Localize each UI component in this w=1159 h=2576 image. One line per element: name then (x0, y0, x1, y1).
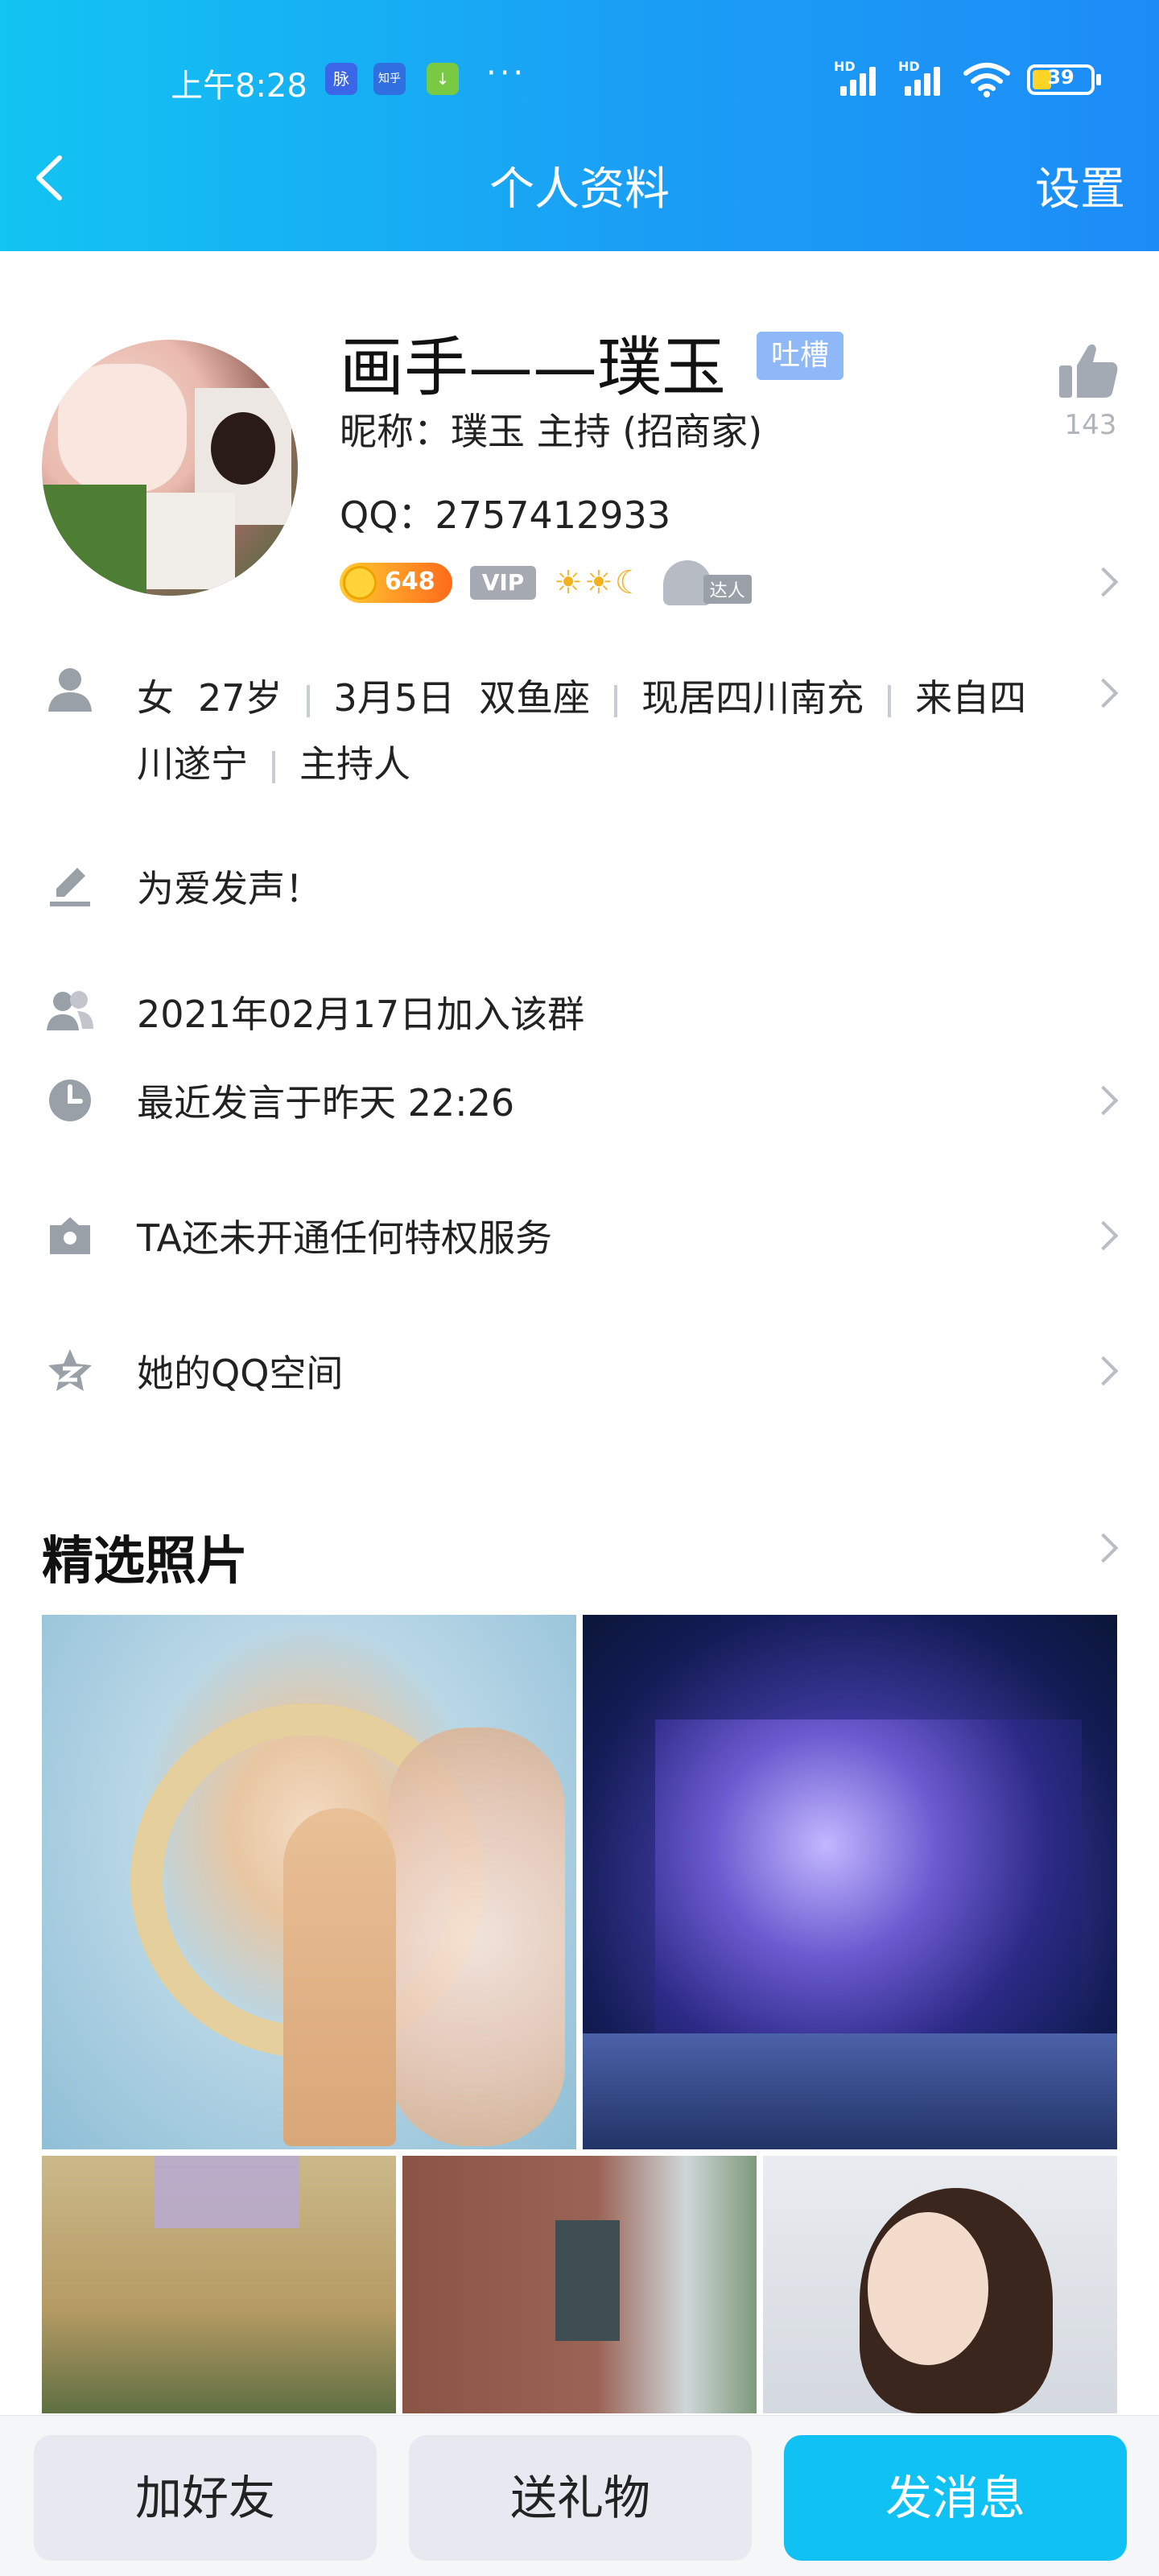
app-header: 上午8:28 脉 知乎 ↓ ··· HD HD 39 个人资料 设置 (0, 0, 1159, 251)
qq-number: QQ：2757412933 (340, 493, 671, 537)
signal-icon: HD (834, 59, 882, 96)
last-spoke-text[interactable]: 最近发言于昨天 22:26 (137, 1074, 514, 1127)
join-date-text: 2021年02月17日加入该群 (137, 993, 585, 1036)
qzone-link[interactable]: 她的QQ空间 (137, 1344, 343, 1397)
pencil-icon (50, 868, 90, 906)
profile-tag-badge[interactable]: 吐槽 (757, 332, 844, 380)
coin-badge[interactable]: 648 (340, 563, 452, 603)
gender: 女 (137, 676, 174, 720)
zhihu-app-icon: 知乎 (373, 63, 406, 95)
photo-5[interactable] (763, 2156, 1117, 2413)
clock-icon (49, 1080, 91, 1121)
like-count: 143 (1064, 409, 1117, 441)
signal-icon-2: HD (898, 59, 947, 96)
star-icon (48, 1349, 92, 1391)
featured-photos-title[interactable]: 精选照片 (42, 1520, 248, 1594)
current-location: 现居四川南充 (641, 676, 864, 720)
crown-icon (50, 1217, 90, 1254)
profession: 主持人 (299, 742, 410, 786)
battery-icon: 39 (1027, 64, 1101, 95)
level-icons[interactable]: ☀☀☾ (554, 564, 645, 601)
photos-chevron-icon[interactable] (1090, 1533, 1119, 1562)
photo-4[interactable] (402, 2156, 757, 2413)
status-bar: 上午8:28 脉 知乎 ↓ ··· HD HD 39 (0, 48, 1159, 113)
add-friend-button[interactable]: 加好友 (34, 2435, 377, 2561)
status-indicators: HD HD 39 (834, 59, 1101, 100)
daren-label: 达人 (703, 575, 752, 604)
avatar[interactable] (42, 340, 298, 596)
send-message-button[interactable]: 发消息 (784, 2435, 1127, 2561)
person-icon (48, 668, 92, 712)
basic-info-chevron-icon[interactable] (1090, 678, 1119, 707)
maimai-app-icon: 脉 (325, 63, 357, 95)
thumbs-up-icon[interactable] (1056, 338, 1120, 402)
zodiac: 双鱼座 (479, 676, 591, 720)
profile-name: 画手——璞玉 (340, 330, 726, 405)
group-icon (47, 991, 93, 1030)
qzone-chevron-icon[interactable] (1090, 1356, 1119, 1385)
badges-row[interactable]: 648 VIP ☀☀☾ 达人 (340, 559, 768, 607)
privilege-chevron-icon[interactable] (1090, 1220, 1119, 1249)
download-icon: ↓ (427, 63, 459, 95)
photo-2[interactable] (583, 1615, 1117, 2149)
coin-icon (343, 566, 377, 600)
status-time: 上午8:28 (171, 68, 307, 105)
bottom-action-bar: 加好友 送礼物 发消息 (0, 2415, 1159, 2576)
nickname: 昵称：璞玉 主持 (招商家) (340, 410, 763, 453)
privilege-text[interactable]: TA还未开通任何特权服务 (137, 1209, 552, 1262)
wifi-icon (963, 63, 1010, 97)
battery-level: 39 (1047, 66, 1074, 89)
badges-chevron-icon[interactable] (1090, 567, 1119, 596)
page-title: 个人资料 (489, 163, 670, 216)
age: 27岁 (198, 676, 283, 720)
photo-3[interactable] (42, 2156, 396, 2413)
coin-value: 648 (385, 568, 435, 596)
signal-hd-label: HD (834, 59, 856, 74)
signal-hd-label-2: HD (898, 59, 920, 74)
last-spoke-chevron-icon[interactable] (1090, 1085, 1119, 1114)
settings-button[interactable]: 设置 (1035, 153, 1125, 218)
photo-1[interactable] (42, 1615, 576, 2149)
birthday: 3月5日 (333, 676, 456, 720)
send-gift-button[interactable]: 送礼物 (409, 2435, 752, 2561)
daren-badge[interactable]: 达人 (662, 560, 768, 605)
vip-badge[interactable]: VIP (470, 566, 536, 600)
more-notifications-icon: ··· (486, 55, 527, 92)
basic-info[interactable]: 女 27岁 3月5日 双鱼座 现居四川南充 来自四川遂宁 主持人 (137, 665, 1054, 797)
signature-text: 为爱发声！ (137, 867, 322, 910)
